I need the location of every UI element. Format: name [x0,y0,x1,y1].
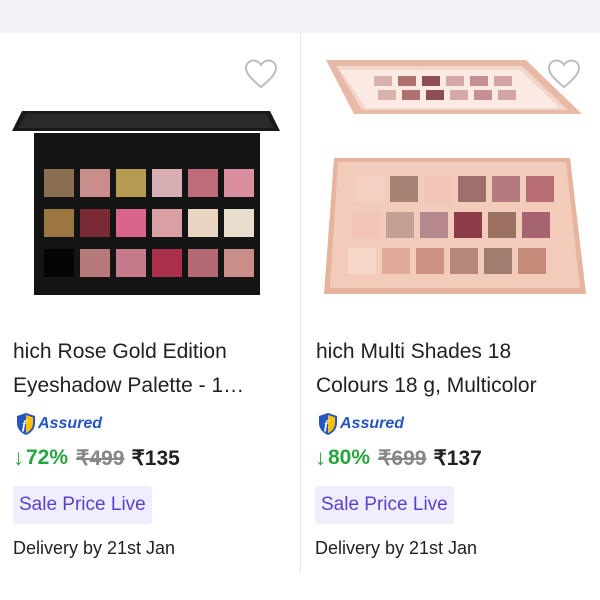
mirror-reflection-pan [374,76,392,86]
product-title-line2: Colours 18 g, Multicolor [316,374,537,397]
wishlist-heart-icon[interactable] [547,58,581,90]
mirror-reflection-pan [402,90,420,100]
product-title-line1: Multi Shades 18 [360,340,512,363]
eyeshadow-pan [116,249,146,277]
assured-label: Assured [340,415,405,432]
sale-price-live-badge: Sale Price Live [315,486,454,524]
eyeshadow-pan [188,169,218,197]
selling-price: ₹135 [131,446,180,470]
mirror-reflection-pan [446,76,464,86]
top-separator [0,0,600,33]
assured-badge: f Assured [15,411,102,437]
eyeshadow-pan [416,248,444,274]
original-price: ₹499 [76,446,125,470]
eyeshadow-pan [390,176,418,202]
eyeshadow-pan [420,212,448,238]
product-title[interactable]: hich Multi Shades 18 Colours 18 g, Multic… [316,335,591,403]
product-image-rose-gold-palette[interactable] [12,109,280,297]
wishlist-heart-icon[interactable] [244,58,278,90]
product-card[interactable]: hich Multi Shades 18 Colours 18 g, Multic… [302,33,600,573]
eyeshadow-pan [116,209,146,237]
eyeshadow-pan [522,212,550,238]
eyeshadow-pan [348,248,376,274]
product-card[interactable]: hich Rose Gold Edition Eyeshadow Palette … [0,33,301,573]
eyeshadow-pan [188,209,218,237]
eyeshadow-pan [458,176,486,202]
sale-price-live-badge: Sale Price Live [13,486,152,524]
eyeshadow-pan [382,248,410,274]
product-title-line1: Rose Gold Edition [57,340,227,363]
mirror-reflection-pan [450,90,468,100]
original-price: ₹699 [378,446,427,470]
product-brand: hich [13,340,52,363]
mirror-reflection-pan [426,90,444,100]
selling-price: ₹137 [433,446,482,470]
eyeshadow-pan [44,249,74,277]
product-title-line2: Eyeshadow Palette - 1… [13,374,245,397]
product-image-nude-palette[interactable] [316,58,592,323]
mirror-reflection-pan [474,90,492,100]
eyeshadow-pan [116,169,146,197]
delivery-info: Delivery by 21st Jan [315,538,478,558]
mirror-reflection-pan [398,76,416,86]
eyeshadow-pan [386,212,414,238]
price-row: ↓ 72% ₹499 ₹135 [13,445,180,471]
eyeshadow-pan [44,169,74,197]
eyeshadow-pan [224,209,254,237]
eyeshadow-pan [44,209,74,237]
mirror-reflection-pan [498,90,516,100]
eyeshadow-pan [450,248,478,274]
eyeshadow-pan [152,209,182,237]
price-row: ↓ 80% ₹699 ₹137 [315,445,482,471]
assured-shield-icon: f [17,413,35,435]
discount-percent: 80% [328,446,371,469]
eyeshadow-pan [484,248,512,274]
eyeshadow-pan [492,176,520,202]
eyeshadow-pan [152,169,182,197]
eyeshadow-pan [352,212,380,238]
discount-percent: 72% [26,446,69,469]
mirror-reflection-pan [470,76,488,86]
eyeshadow-pan [518,248,546,274]
eyeshadow-pan [424,176,452,202]
down-arrow-icon: ↓ [13,445,24,470]
product-title[interactable]: hich Rose Gold Edition Eyeshadow Palette … [13,335,288,403]
down-arrow-icon: ↓ [315,445,326,470]
mirror-reflection-pan [422,76,440,86]
product-brand: hich [316,340,355,363]
eyeshadow-pan [80,249,110,277]
eyeshadow-pan [356,176,384,202]
eyeshadow-pan [526,176,554,202]
eyeshadow-pan [80,169,110,197]
assured-badge: f Assured [317,411,404,437]
eyeshadow-pan [454,212,482,238]
assured-shield-icon: f [319,413,337,435]
eyeshadow-pan [224,169,254,197]
eyeshadow-pan [80,209,110,237]
eyeshadow-pan [488,212,516,238]
assured-label: Assured [38,415,103,432]
eyeshadow-pan [224,249,254,277]
mirror-reflection-pan [494,76,512,86]
eyeshadow-pan [188,249,218,277]
eyeshadow-pan [152,249,182,277]
delivery-info: Delivery by 21st Jan [13,538,176,558]
mirror-reflection-pan [378,90,396,100]
